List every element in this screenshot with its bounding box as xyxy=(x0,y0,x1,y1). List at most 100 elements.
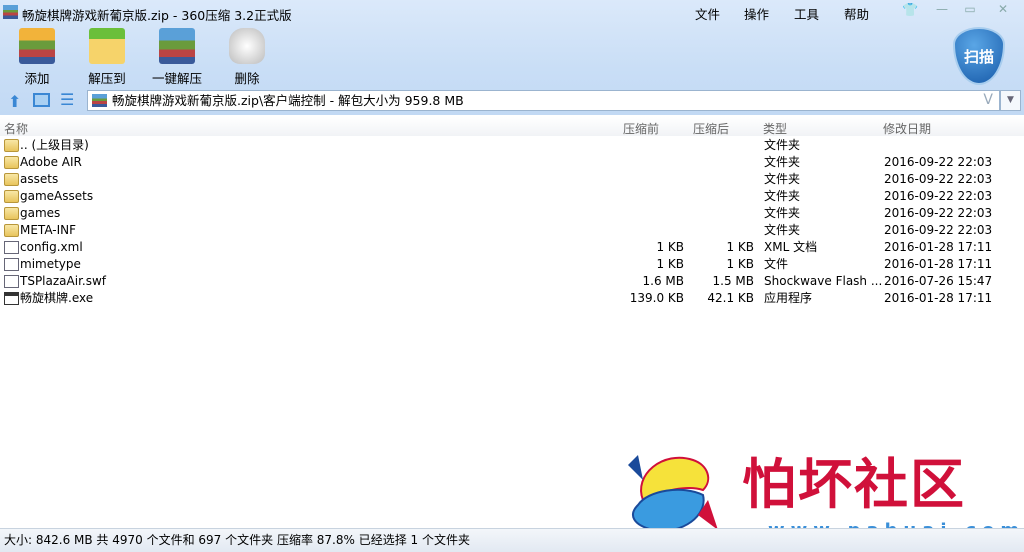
menu-tools[interactable]: 工具 xyxy=(794,4,819,23)
file-row[interactable]: TSPlazaAir.swf 1.6 MB 1.5 MB Shockwave F… xyxy=(0,273,1024,290)
file-row[interactable]: games 文件夹 2016-09-22 22:03 xyxy=(0,205,1024,222)
column-header: 名称 压缩前 压缩后 类型 修改日期 xyxy=(0,117,1024,136)
file-row[interactable]: assets 文件夹 2016-09-22 22:03 xyxy=(0,171,1024,188)
file-type: 文件夹 xyxy=(764,206,801,220)
file-row[interactable]: mimetype 1 KB 1 KB 文件 2016-01-28 17:11 xyxy=(0,256,1024,273)
delete-label: 删除 xyxy=(234,71,260,86)
file-size-before: 1.6 MB xyxy=(642,274,684,288)
file-size-before: 1 KB xyxy=(656,257,684,271)
file-size-before: 139.0 KB xyxy=(629,291,684,305)
one-click-extract-icon xyxy=(159,28,195,64)
file-date: 2016-09-22 22:03 xyxy=(884,223,993,237)
menu-help[interactable]: 帮助 xyxy=(844,4,869,23)
file-date: 2016-09-22 22:03 xyxy=(884,189,993,203)
file-icon xyxy=(4,258,19,271)
file-type: 应用程序 xyxy=(764,291,813,305)
extract-to-icon xyxy=(89,28,125,64)
close-button[interactable]: ✕ xyxy=(993,2,1013,18)
thumbnail-view-icon[interactable] xyxy=(33,93,50,107)
file-row[interactable]: gameAssets 文件夹 2016-09-22 22:03 xyxy=(0,188,1024,205)
file-date: 2016-01-28 17:11 xyxy=(884,257,993,271)
file-date: 2016-09-22 22:03 xyxy=(884,206,993,220)
folder-icon xyxy=(4,139,19,152)
file-name: META-INF xyxy=(20,223,77,237)
watermark-brand: 怕坏社区 xyxy=(742,452,966,516)
menu-file[interactable]: 文件 xyxy=(695,4,720,23)
file-name: Adobe AIR xyxy=(20,155,82,169)
file-name: mimetype xyxy=(20,257,81,271)
file-date: 2016-09-22 22:03 xyxy=(884,155,993,169)
file-date: 2016-01-28 17:11 xyxy=(884,291,993,305)
file-icon xyxy=(4,241,19,254)
file-name: games xyxy=(20,206,61,220)
file-row[interactable]: .. (上级目录) 文件夹 xyxy=(0,137,1024,154)
extract-to-label: 解压到 xyxy=(88,71,126,86)
file-size-after: 1 KB xyxy=(726,240,754,254)
top-area: 畅旋棋牌游戏新葡京版.zip - 360压缩 3.2正式版 文件 操作 工具 帮… xyxy=(0,0,1024,115)
col-date[interactable]: 修改日期 xyxy=(883,120,931,137)
col-size-after[interactable]: 压缩后 xyxy=(693,120,729,137)
col-name[interactable]: 名称 xyxy=(4,120,28,137)
zip-icon xyxy=(92,94,107,107)
file-type: Shockwave Flash ... xyxy=(764,274,883,288)
list-view-icon[interactable]: ☰ xyxy=(60,90,74,109)
up-arrow-icon[interactable]: ⬆ xyxy=(8,92,21,111)
skin-shirt-icon[interactable]: 👕 xyxy=(902,3,918,18)
app-icon xyxy=(3,5,18,19)
folder-icon xyxy=(4,207,19,220)
file-size-after: 1.5 MB xyxy=(712,274,754,288)
file-date: 2016-09-22 22:03 xyxy=(884,172,993,186)
file-name: 畅旋棋牌.exe xyxy=(20,291,94,305)
file-row[interactable]: 畅旋棋牌.exe 139.0 KB 42.1 KB 应用程序 2016-01-2… xyxy=(0,290,1024,307)
file-name: TSPlazaAir.swf xyxy=(20,274,107,288)
folder-icon xyxy=(4,156,19,169)
one-click-extract-button[interactable]: 一键解压 xyxy=(150,28,204,87)
file-type: 文件夹 xyxy=(764,189,801,203)
file-name: assets xyxy=(20,172,59,186)
file-row[interactable]: META-INF 文件夹 2016-09-22 22:03 xyxy=(0,222,1024,239)
folder-icon xyxy=(4,224,19,237)
file-size-after: 42.1 KB xyxy=(707,291,754,305)
window-title: 畅旋棋牌游戏新葡京版.zip - 360压缩 3.2正式版 xyxy=(22,8,292,23)
maximize-button[interactable]: ▭ xyxy=(960,2,980,18)
scan-label: 扫描 xyxy=(963,48,994,66)
file-row[interactable]: config.xml 1 KB 1 KB XML 文档 2016-01-28 1… xyxy=(0,239,1024,256)
file-size-after: 1 KB xyxy=(726,257,754,271)
add-label: 添加 xyxy=(24,71,50,86)
delete-icon xyxy=(229,28,265,64)
extract-to-button[interactable]: 解压到 xyxy=(84,28,130,87)
file-size-before: 1 KB xyxy=(656,240,684,254)
file-date: 2016-01-28 17:11 xyxy=(884,240,993,254)
file-icon xyxy=(4,275,19,288)
verify-icon[interactable]: V xyxy=(983,91,993,110)
menu-operation[interactable]: 操作 xyxy=(744,4,769,23)
add-button[interactable]: 添加 xyxy=(16,28,58,87)
file-type: 文件夹 xyxy=(764,172,801,186)
status-bar: 大小: 842.6 MB 共 4970 个文件和 697 个文件夹 压缩率 87… xyxy=(0,528,1024,552)
col-type[interactable]: 类型 xyxy=(763,120,787,137)
address-dropdown-button[interactable]: ▼ xyxy=(1000,90,1021,111)
add-archive-icon xyxy=(19,28,55,64)
one-click-extract-label: 一键解压 xyxy=(151,71,202,86)
file-type: 文件夹 xyxy=(764,155,801,169)
address-path: 畅旋棋牌游戏新葡京版.zip\客户端控制 - 解包大小为 959.8 MB xyxy=(112,93,464,108)
fish-logo-icon xyxy=(628,455,718,532)
exe-file-icon xyxy=(4,292,19,305)
folder-icon xyxy=(4,173,19,186)
address-bar[interactable]: 畅旋棋牌游戏新葡京版.zip\客户端控制 - 解包大小为 959.8 MB V xyxy=(87,90,1000,111)
file-row[interactable]: Adobe AIR 文件夹 2016-09-22 22:03 xyxy=(0,154,1024,171)
col-size-before[interactable]: 压缩前 xyxy=(623,120,659,137)
file-name: gameAssets xyxy=(20,189,94,203)
file-name: config.xml xyxy=(20,240,83,254)
file-type: 文件夹 xyxy=(764,223,801,237)
file-name: .. (上级目录) xyxy=(20,138,89,152)
delete-button[interactable]: 删除 xyxy=(228,28,266,87)
minimize-button[interactable]: — xyxy=(932,2,952,18)
file-type: 文件夹 xyxy=(764,138,801,152)
folder-icon xyxy=(4,190,19,203)
file-type: 文件 xyxy=(764,257,789,271)
scan-button[interactable]: 扫描 xyxy=(953,27,1005,85)
file-type: XML 文档 xyxy=(764,240,818,254)
file-date: 2016-07-26 15:47 xyxy=(884,274,993,288)
watermark: 怕坏社区 www.pahuai.com xyxy=(620,440,1019,541)
